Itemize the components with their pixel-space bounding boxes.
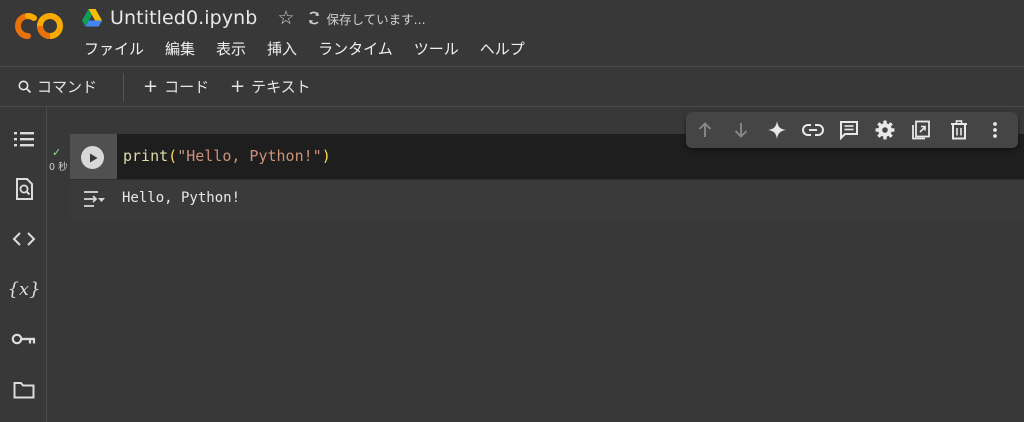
menu-file[interactable]: ファイル (84, 38, 144, 59)
add-text-button[interactable]: + テキスト (230, 76, 311, 97)
saving-status-text: 保存しています... (326, 11, 426, 27)
output-text: Hello, Python! (122, 190, 241, 206)
run-cell-button[interactable] (81, 146, 104, 169)
toolbar-divider (0, 106, 1024, 107)
plus-icon: + (230, 75, 246, 97)
exec-time: 0 秒 (49, 162, 68, 173)
command-label: コマンド (37, 78, 98, 96)
delete-icon[interactable] (948, 119, 970, 141)
command-palette-button[interactable]: コマンド (17, 76, 97, 97)
plus-icon: + (143, 75, 159, 97)
menu-insert[interactable]: 挿入 (267, 38, 297, 59)
menu-help[interactable]: ヘルプ (480, 38, 525, 59)
move-down-icon[interactable] (730, 119, 752, 141)
code-token-paren: ( (168, 147, 178, 165)
code-line[interactable]: print("Hello, Python!") (123, 147, 331, 165)
exec-success-icon: ✓ (52, 146, 62, 159)
notebook-title[interactable]: Untitled0.ipynb (110, 7, 257, 29)
star-icon[interactable]: ☆ (277, 7, 294, 29)
comment-icon[interactable] (838, 119, 860, 141)
menu-tools[interactable]: ツール (414, 38, 459, 59)
code-token-paren: ) (321, 147, 331, 165)
menu-runtime[interactable]: ランタイム (318, 38, 393, 59)
left-sidebar: {x} (0, 107, 47, 422)
code-token-string: "Hello, Python!" (177, 147, 322, 165)
secrets-key-icon[interactable] (11, 326, 37, 352)
output-actions-icon[interactable] (82, 188, 106, 210)
gemini-sparkle-icon[interactable] (766, 119, 788, 141)
play-icon (89, 153, 97, 162)
add-text-label: テキスト (251, 78, 311, 96)
settings-gear-icon[interactable] (874, 119, 896, 141)
notebook-toolbar: コマンド + コード + テキスト (0, 67, 1024, 106)
table-of-contents-icon[interactable] (11, 126, 37, 152)
find-icon[interactable] (11, 176, 37, 202)
header: Untitled0.ipynb ☆ 保存しています... ファイル 編集 表示 … (0, 0, 1024, 66)
search-icon (18, 80, 32, 93)
menu-view[interactable]: 表示 (216, 38, 246, 59)
open-in-tab-icon[interactable] (910, 119, 932, 141)
variables-icon[interactable]: {x} (7, 276, 40, 302)
add-code-label: コード (164, 78, 210, 96)
toolbar-separator (123, 73, 124, 101)
title-row: Untitled0.ipynb ☆ 保存しています... (82, 5, 426, 31)
more-vert-icon[interactable] (984, 119, 1006, 141)
add-code-button[interactable]: + コード (143, 76, 209, 97)
link-icon[interactable] (802, 119, 824, 141)
google-drive-icon[interactable] (82, 9, 102, 27)
menu-edit[interactable]: 編集 (165, 38, 195, 59)
saving-status: 保存しています... (307, 9, 426, 28)
code-token-function: print (123, 147, 169, 165)
sync-icon (308, 11, 319, 25)
cell-toolbar (686, 112, 1018, 148)
code-snippets-icon[interactable] (11, 226, 37, 252)
files-folder-icon[interactable] (11, 377, 37, 403)
menu-bar: ファイル 編集 表示 挿入 ランタイム ツール ヘルプ (84, 37, 546, 59)
colab-logo[interactable] (14, 8, 66, 44)
move-up-icon[interactable] (694, 119, 716, 141)
